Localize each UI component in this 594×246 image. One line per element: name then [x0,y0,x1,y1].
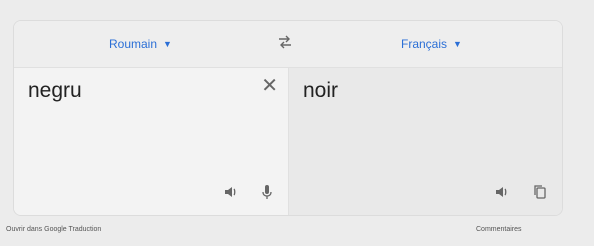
target-language-label: Français [401,37,448,51]
target-text-pane: noir [288,68,562,215]
swap-languages-button[interactable] [276,33,298,53]
speaker-icon [225,187,236,197]
language-bar: Roumain ▼ Français ▼ [14,21,562,68]
clear-button[interactable]: ✕ [261,76,278,96]
close-icon: ✕ [261,75,278,97]
microphone-button[interactable] [258,183,278,203]
listen-translation-button[interactable] [493,183,513,203]
translated-text: noir [303,79,339,102]
chevron-down-icon: ▼ [453,39,462,49]
chevron-down-icon: ▼ [163,39,172,49]
microphone-icon [262,185,272,199]
open-in-translate-link[interactable]: Ouvrir dans Google Traduction [6,226,101,233]
copy-translation-button[interactable] [531,183,551,203]
source-language-selector[interactable]: Roumain ▼ [109,37,172,51]
source-text[interactable]: negru [28,79,82,103]
swap-icon [279,35,291,49]
source-language-label: Roumain [109,37,158,51]
source-text-pane[interactable]: negru ✕ [14,68,288,215]
translate-card: Roumain ▼ Français ▼ negru ✕ noir [13,20,563,216]
speaker-icon [496,187,507,197]
copy-icon [534,185,546,199]
target-language-selector[interactable]: Français ▼ [401,37,462,51]
listen-source-button[interactable] [222,183,242,203]
feedback-link[interactable]: Commentaires [476,226,522,233]
